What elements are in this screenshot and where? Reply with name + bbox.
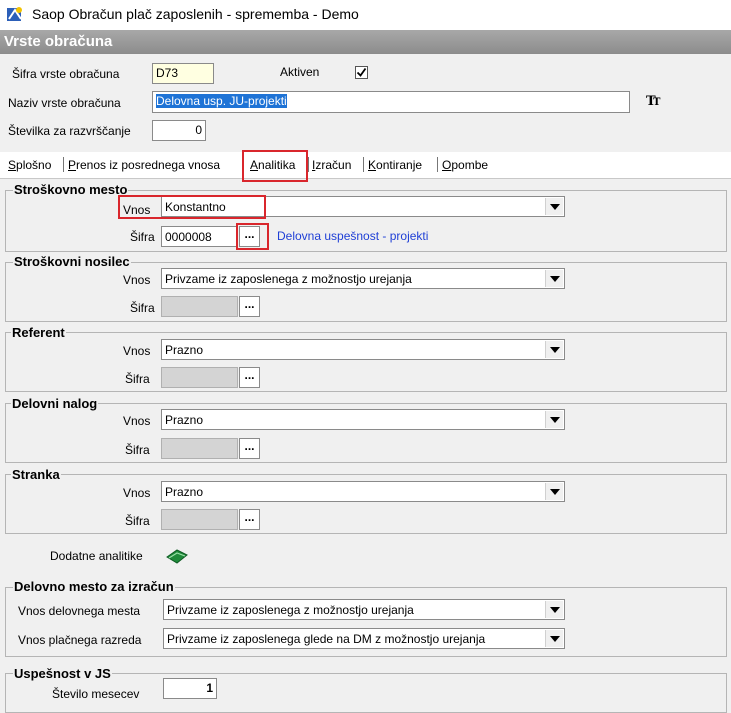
tab-opombe[interactable]: Opombe	[442, 158, 488, 172]
highlight-tab-box	[242, 150, 308, 182]
cost-carrier-lookup-button[interactable]: ...	[239, 296, 260, 317]
chevron-down-icon[interactable]	[545, 601, 563, 618]
cost-carrier-sifra-field	[161, 296, 238, 317]
active-label: Aktiven	[280, 65, 320, 79]
app-icon	[7, 7, 22, 21]
tab-bar: Splošno Prenos iz posrednega vnosa Anali…	[0, 152, 731, 179]
referent-sifra-label: Šifra	[125, 372, 150, 386]
tab-izracun[interactable]: Izračun	[312, 158, 351, 172]
work-order-vnos-value: Prazno	[165, 413, 204, 427]
workplace-grade-value: Privzame iz zaposlenega glede na DM z mo…	[167, 632, 486, 646]
tab-splosno[interactable]: Splošno	[8, 158, 51, 172]
customer-vnos-value: Prazno	[165, 485, 204, 499]
active-checkbox[interactable]	[355, 66, 368, 79]
referent-lookup-button[interactable]: ...	[239, 367, 260, 388]
window-title: Saop Obračun plač zaposlenih - sprememba…	[32, 6, 359, 22]
group-referent-title: Referent	[11, 325, 66, 340]
cost-carrier-vnos-value: Privzame iz zaposlenega z možnostjo urej…	[165, 272, 412, 286]
customer-sifra-field	[161, 509, 238, 530]
months-label: Število mesecev	[52, 687, 140, 701]
cost-center-sifra-label: Šifra	[130, 230, 155, 244]
workplace-grade-label: Vnos plačnega razreda	[18, 633, 142, 647]
panel-header: Vrste obračuna	[0, 30, 731, 54]
months-field[interactable]: 1	[163, 678, 217, 699]
group-work-order-title: Delovni nalog	[11, 396, 99, 411]
work-order-sifra-field	[161, 438, 238, 459]
cost-center-sifra-field[interactable]: 0000008	[161, 226, 238, 247]
group-success-title: Uspešnost v JS	[13, 666, 112, 681]
book-icon[interactable]	[165, 547, 189, 565]
group-customer-title: Stranka	[11, 467, 61, 482]
highlight-vnos-box	[118, 195, 266, 219]
font-format-icon[interactable]: T T	[646, 93, 662, 107]
group-workplace-title: Delovno mesto za izračun	[13, 579, 175, 594]
chevron-down-icon[interactable]	[545, 198, 563, 215]
window-titlebar: Saop Obračun plač zaposlenih - sprememba…	[0, 0, 731, 30]
workplace-grade-select[interactable]: Privzame iz zaposlenega glede na DM z mo…	[163, 628, 565, 649]
tab-kontiranje[interactable]: Kontiranje	[368, 158, 422, 172]
svg-text:T: T	[653, 97, 661, 107]
chevron-down-icon[interactable]	[545, 341, 563, 358]
cost-carrier-sifra-label: Šifra	[130, 301, 155, 315]
referent-vnos-label: Vnos	[123, 344, 151, 358]
referent-sifra-field	[161, 367, 238, 388]
chevron-down-icon[interactable]	[545, 630, 563, 647]
chevron-down-icon[interactable]	[545, 270, 563, 287]
panel-title: Vrste obračuna	[4, 33, 113, 50]
chevron-down-icon[interactable]	[545, 483, 563, 500]
work-order-vnos-select[interactable]: Prazno	[161, 409, 565, 430]
chevron-down-icon[interactable]	[545, 411, 563, 428]
name-label: Naziv vrste obračuna	[8, 96, 121, 110]
group-cost-carrier-title: Stroškovni nosilec	[13, 254, 131, 269]
referent-vnos-value: Prazno	[165, 343, 204, 357]
checkmark-icon	[356, 67, 367, 77]
order-label: Številka za razvrščanje	[8, 124, 131, 138]
customer-sifra-label: Šifra	[125, 514, 150, 528]
tab-prenos[interactable]: Prenos iz posrednega vnosa	[68, 158, 220, 172]
work-order-vnos-label: Vnos	[123, 414, 151, 428]
customer-vnos-label: Vnos	[123, 486, 151, 500]
work-order-sifra-label: Šifra	[125, 443, 150, 457]
workplace-input-value: Privzame iz zaposlenega z možnostjo urej…	[167, 603, 414, 617]
referent-vnos-select[interactable]: Prazno	[161, 339, 565, 360]
group-cost-center-title: Stroškovno mesto	[13, 182, 129, 197]
cost-center-description: Delovna uspešnost - projekti	[277, 229, 429, 243]
customer-lookup-button[interactable]: ...	[239, 509, 260, 530]
name-value: Delovna usp. JU-projekti	[156, 94, 287, 108]
cost-carrier-vnos-select[interactable]: Privzame iz zaposlenega z možnostjo urej…	[161, 268, 565, 289]
workplace-input-label: Vnos delovnega mesta	[18, 604, 141, 618]
code-label: Šifra vrste obračuna	[12, 67, 120, 81]
cost-carrier-vnos-label: Vnos	[123, 273, 151, 287]
name-field[interactable]: Delovna usp. JU-projekti	[152, 91, 630, 113]
customer-vnos-select[interactable]: Prazno	[161, 481, 565, 502]
order-field[interactable]: 0	[152, 120, 206, 141]
code-field[interactable]: D73	[152, 63, 214, 84]
workplace-input-select[interactable]: Privzame iz zaposlenega z možnostjo urej…	[163, 599, 565, 620]
highlight-lookup-box	[236, 223, 269, 250]
work-order-lookup-button[interactable]: ...	[239, 438, 260, 459]
extra-analytics-label: Dodatne analitike	[50, 549, 143, 563]
